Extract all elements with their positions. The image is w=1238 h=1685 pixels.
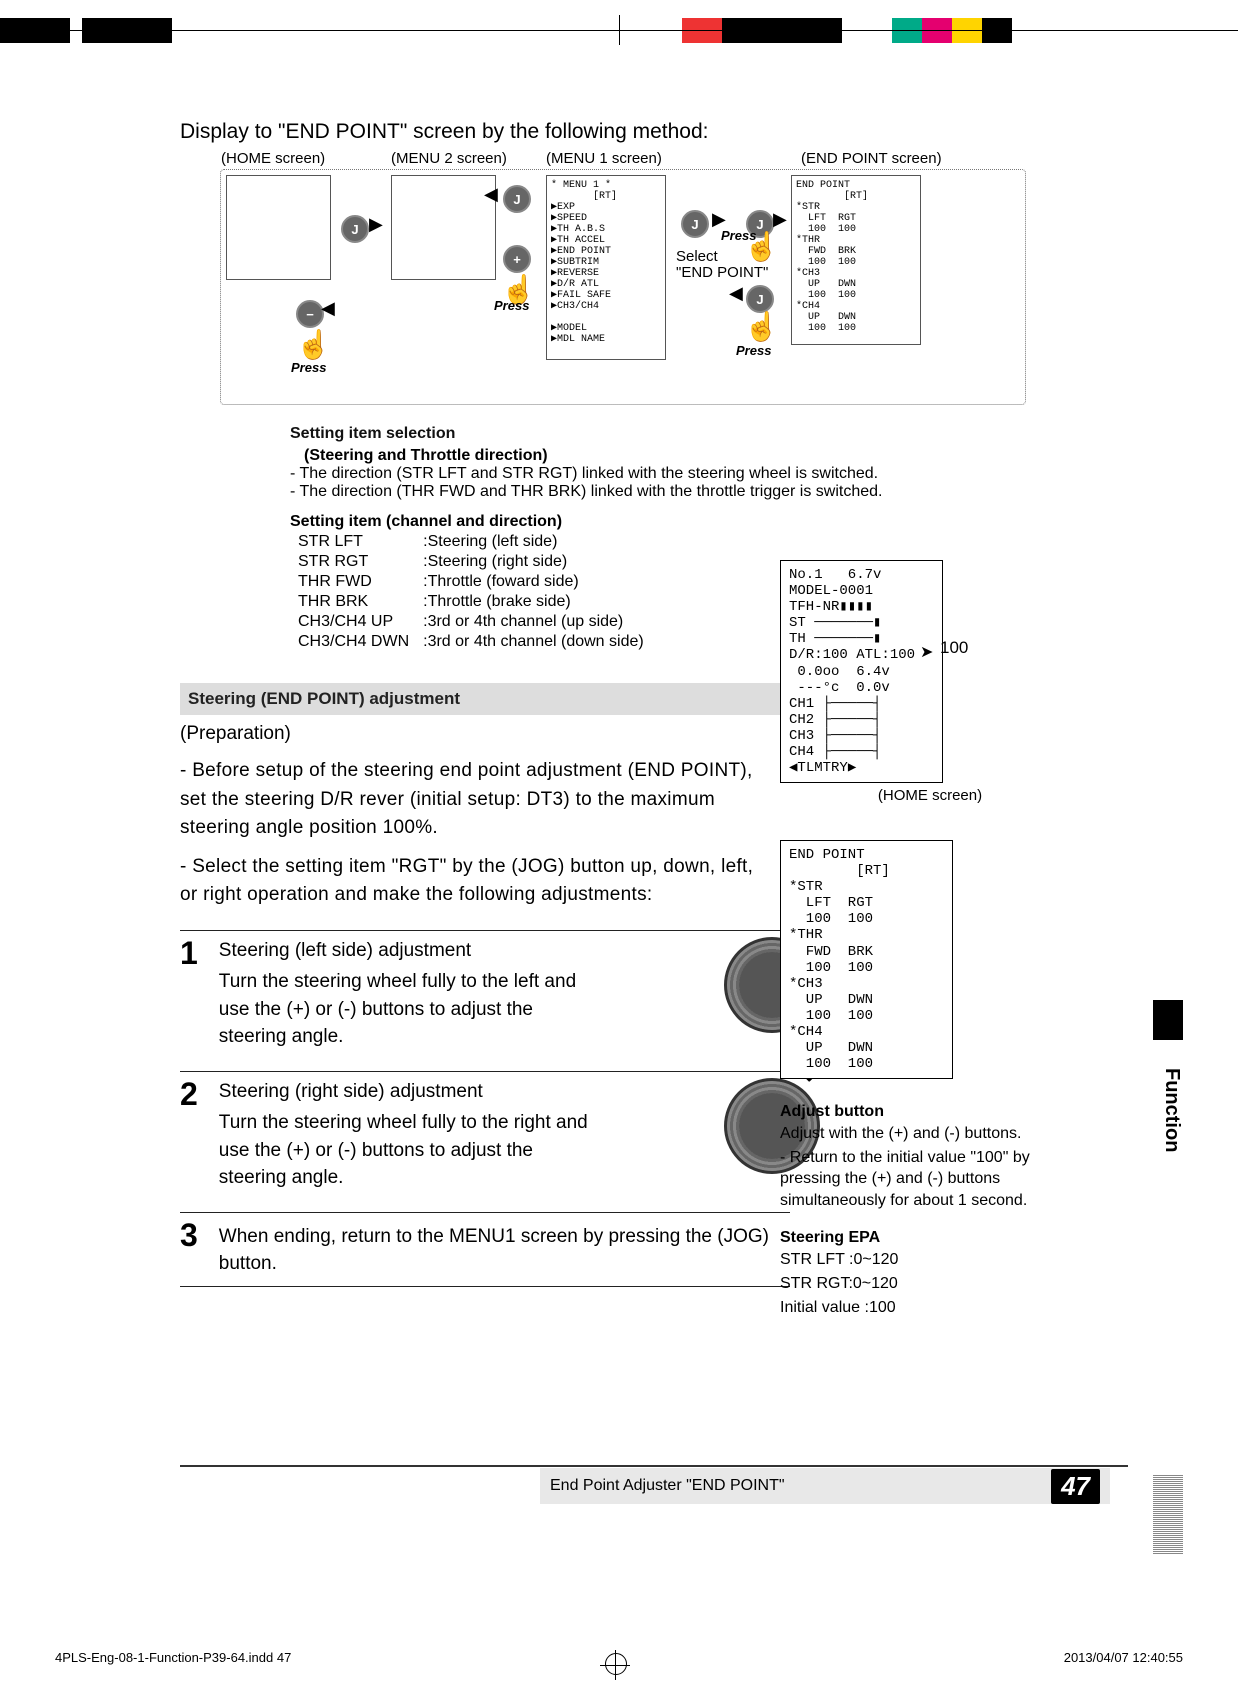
step-1: 1 Steering (left side) adjustment Turn t… (180, 930, 820, 1051)
step-body: When ending, return to the MENU1 screen … (219, 1223, 790, 1278)
setting-items-table: STR LFT:Steering (left side) STR RGT:Ste… (290, 531, 652, 653)
epa-line: Initial value :100 (780, 1297, 1030, 1319)
step-number: 3 (180, 1219, 198, 1251)
table-row: CH3/CH4 UP:3rd or 4th channel (up side) (292, 613, 650, 631)
preparation-text-2: - Select the setting item "RGT" by the (… (180, 853, 770, 910)
jog-button-1[interactable]: J (341, 215, 369, 243)
imposition-footer-right: 2013/04/07 12:40:55 (1064, 1650, 1183, 1665)
table-row: CH3/CH4 DWN:3rd or 4th channel (down sid… (292, 633, 650, 651)
registration-circle-icon (605, 1653, 627, 1675)
epa-title: Steering EPA (780, 1229, 1030, 1247)
setting-title: Setting item selection (290, 425, 930, 443)
footer-bar: End Point Adjuster "END POINT" 47 (540, 1468, 1110, 1504)
home-screen-caption: (HOME screen) (780, 787, 1080, 804)
footer-caption: End Point Adjuster "END POINT" (550, 1477, 785, 1495)
side-black-tab (1153, 1000, 1183, 1040)
arrow-icon: ◀ (484, 184, 498, 205)
page-number: 47 (1051, 1469, 1100, 1504)
plus-button[interactable]: + (503, 245, 531, 273)
setting-subtitle: (Steering and Throttle direction) (304, 447, 930, 465)
table-row: STR LFT:Steering (left side) (292, 533, 650, 551)
side-tab-function: Function (1153, 1045, 1183, 1175)
section-title-bar: Steering (END POINT) adjustment (180, 683, 806, 715)
setting-items-title: Setting item (channel and direction) (290, 513, 930, 531)
imposition-footer-left: 4PLS-Eng-08-1-Function-P39-64.indd 47 (55, 1650, 291, 1665)
press-label: Press (494, 298, 529, 313)
hand-icon: ☝ (744, 310, 779, 343)
adjust-line: - Return to the initial value "100" by p… (780, 1147, 1030, 1212)
intro-text: Display to "END POINT" screen by the fol… (180, 120, 1138, 144)
arrow-icon: ▶ (712, 209, 726, 230)
endpoint-screen-thumb: END POINT [RT] *STR LFT RGT 100 100 *THR… (791, 175, 921, 345)
menu1-screen-label: (MENU 1 screen) (546, 150, 662, 167)
table-row: THR FWD:Throttle (foward side) (292, 573, 650, 591)
minus-button[interactable]: − (296, 300, 324, 328)
home-screen-label: (HOME screen) (221, 150, 325, 167)
endpoint-screen-label: (END POINT screen) (801, 150, 942, 167)
jog-button-2[interactable]: J (503, 185, 531, 213)
press-label: Press (736, 343, 771, 358)
epa-line: STR RGT:0~120 (780, 1273, 1030, 1295)
step-body: Turn the steering wheel fully to the rig… (219, 1109, 599, 1192)
home-screen-display: No.1 6.7v MODEL-0001 TFH-NR▮▮▮▮ ST ─────… (780, 560, 943, 783)
step-body: Turn the steering wheel fully to the lef… (219, 968, 599, 1051)
step-title: Steering (right side) adjustment (219, 1081, 483, 1102)
print-registration-bar (0, 15, 1238, 45)
step-number: 1 (180, 937, 198, 969)
endpoint-screen-display: END POINT [RT] *STR LFT RGT 100 100 *THR… (780, 840, 953, 1079)
menu2-screen-label: (MENU 2 screen) (391, 150, 507, 167)
setting-line2: - The direction (THR FWD and THR BRK) li… (290, 483, 930, 501)
table-row: THR BRK:Throttle (brake side) (292, 593, 650, 611)
arrow-icon: ◀ (729, 283, 743, 304)
epa-line: STR LFT :0~120 (780, 1249, 1030, 1271)
pointer-100: 100 (940, 638, 968, 658)
arrow-icon: ▶ (773, 209, 787, 230)
arrow-icon: ◀ (321, 298, 335, 319)
setting-line1: - The direction (STR LFT and STR RGT) li… (290, 465, 930, 483)
table-row: STR RGT:Steering (right side) (292, 553, 650, 571)
select-text-1: Select (676, 248, 718, 265)
select-text-2: "END POINT" (676, 264, 768, 281)
jog-button-5[interactable]: J (746, 285, 774, 313)
jog-button-3[interactable]: J (681, 210, 709, 238)
arrow-icon: ▶ (369, 214, 383, 235)
footer-rule (180, 1465, 1128, 1467)
press-label: Press (721, 228, 756, 243)
navigation-flow-panel: (HOME screen) (MENU 2 screen) (MENU 1 sc… (220, 169, 1026, 405)
step-2: 2 Steering (right side) adjustment Turn … (180, 1071, 820, 1192)
arrow-icon: ➤ (920, 642, 933, 662)
home-screen-thumb (226, 175, 331, 280)
step-number: 2 (180, 1078, 198, 1110)
menu2-screen-thumb (391, 175, 496, 280)
adjust-title: Adjust button (780, 1103, 1030, 1121)
step-3: 3 When ending, return to the MENU1 scree… (180, 1212, 790, 1287)
step-title: Steering (left side) adjustment (219, 940, 471, 961)
hand-icon: ☝ (296, 328, 331, 361)
preparation-text-1: - Before setup of the steering end point… (180, 757, 770, 843)
press-label: Press (291, 360, 326, 375)
side-halftone-tab (1153, 1475, 1183, 1555)
adjust-line: Adjust with the (+) and (-) buttons. (780, 1123, 1030, 1145)
menu1-screen-thumb: * MENU 1 * [RT] ▶EXP ▶SPEED ▶TH A.B.S ▶T… (546, 175, 666, 360)
